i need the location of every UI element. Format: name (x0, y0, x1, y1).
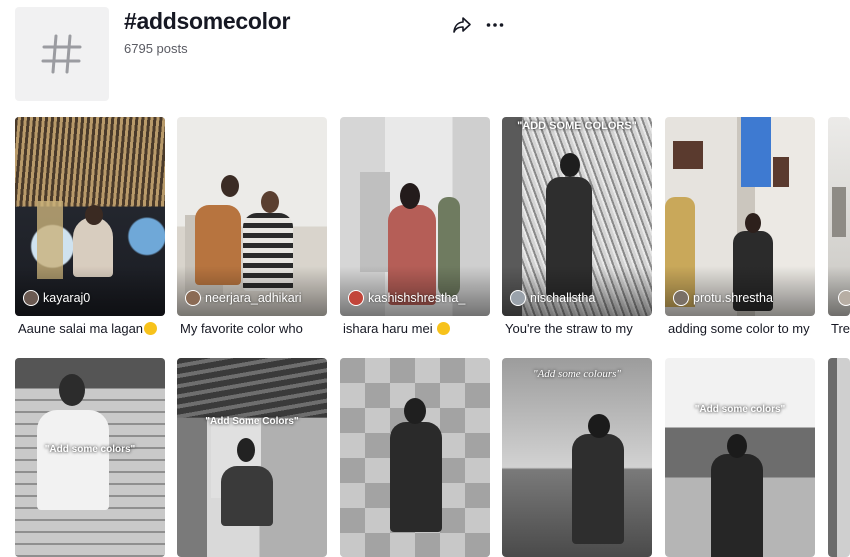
video-caption[interactable]: My favorite color who (180, 321, 330, 336)
username: neerjara_adhikari (205, 291, 302, 305)
video-caption[interactable]: You're the straw to my (505, 321, 655, 336)
username-tag[interactable]: kayaraj0 (23, 290, 90, 306)
video-card[interactable] (340, 358, 490, 557)
video-caption[interactable]: Tre (831, 321, 850, 336)
video-thumbnail (15, 358, 165, 557)
video-thumbnail (665, 358, 815, 557)
video-card[interactable]: kashishshrestha_ (340, 117, 490, 316)
video-thumbnail (828, 358, 850, 557)
caption-text: You're the straw to my (505, 321, 633, 336)
username: kashishshrestha_ (368, 291, 466, 305)
avatar (510, 290, 526, 306)
laughing-emoji-icon (144, 322, 158, 335)
video-card[interactable]: "Add some colours" (502, 358, 652, 557)
video-overlay-text: "Add some colors" (44, 444, 136, 455)
video-overlay-text: "Add some colours" (532, 368, 622, 380)
username: kayaraj0 (43, 291, 91, 305)
video-overlay-text: "Add Some Colors" (205, 416, 299, 427)
video-thumbnail (340, 358, 490, 557)
more-dots-icon (486, 23, 504, 27)
username-tag[interactable]: nischallstha (510, 290, 595, 306)
username: protu.shrestha (693, 291, 773, 305)
avatar (838, 290, 850, 306)
caption-text: adding some color to my (668, 321, 810, 336)
video-card[interactable]: "Add some colors" (15, 358, 165, 557)
video-overlay-text: "ADD SOME COLORS" (517, 120, 637, 132)
username-tag[interactable]: protu.shrestha (673, 290, 773, 306)
video-thumbnail (177, 358, 327, 557)
video-caption[interactable]: Aaune salai ma lagan (18, 321, 168, 336)
caption-text: ishara haru mei (343, 321, 433, 336)
video-card[interactable]: "Add Some Colors" (177, 358, 327, 557)
caption-text: My favorite color who (180, 321, 303, 336)
share-button[interactable] (451, 14, 473, 36)
hashtag-icon (41, 34, 82, 74)
video-caption[interactable]: adding some color to my (668, 321, 818, 336)
hashtag-thumbnail (15, 7, 109, 101)
video-card[interactable]: "ADD SOME COLORS" nischallstha (502, 117, 652, 316)
video-card[interactable] (828, 358, 850, 557)
avatar (348, 290, 364, 306)
video-card[interactable]: kayaraj0 (15, 117, 165, 316)
tongue-emoji-icon (436, 322, 450, 335)
more-options-button[interactable] (484, 14, 506, 36)
username-tag[interactable]: kashishshrestha_ (348, 290, 465, 306)
post-count: 6795 posts (124, 41, 188, 56)
avatar (673, 290, 689, 306)
share-arrow-icon (453, 17, 471, 33)
caption-text: Aaune salai ma lagan (18, 321, 144, 336)
video-thumbnail (502, 358, 652, 557)
avatar (23, 290, 39, 306)
video-card[interactable]: protu.shrestha (665, 117, 815, 316)
caption-text: Tre (831, 321, 850, 336)
avatar (185, 290, 201, 306)
video-card[interactable]: "Add some colors" (665, 358, 815, 557)
video-caption[interactable]: ishara haru mei (343, 321, 493, 336)
video-card[interactable]: neerjara_adhikari (177, 117, 327, 316)
hashtag-title: #addsomecolor (124, 8, 291, 34)
username-tag[interactable]: neerjara_adhikari (185, 290, 302, 306)
username: nischallstha (530, 291, 596, 305)
video-overlay-text: "Add some colors" (694, 404, 786, 415)
video-card[interactable] (828, 117, 850, 316)
